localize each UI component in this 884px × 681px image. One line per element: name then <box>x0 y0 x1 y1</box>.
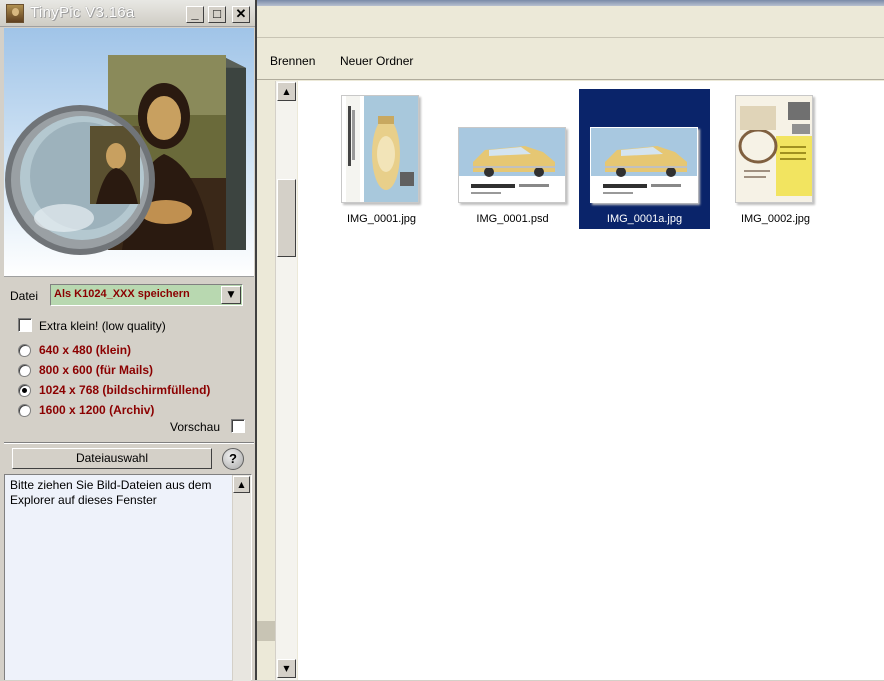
radio-button[interactable] <box>18 404 31 417</box>
scroll-up-button[interactable]: ▲ <box>233 476 250 493</box>
radio-button[interactable] <box>18 344 31 357</box>
chevron-down-icon[interactable]: ▼ <box>221 286 241 304</box>
thumbnail-image <box>341 95 419 203</box>
mona-lisa-app-icon[interactable] <box>6 4 24 23</box>
dateiauswahl-button[interactable]: Dateiauswahl <box>12 448 212 469</box>
file-item-img-0001-jpg[interactable]: IMG_0001.jpg <box>316 89 447 229</box>
file-name: IMG_0001a.jpg <box>606 213 683 225</box>
explorer-window: Brennen Neuer Ordner ▲ ▼ IMG_0001.jpg IM… <box>257 0 884 680</box>
thumbnail-image <box>590 127 698 203</box>
size-option-label: 1024 x 768 (bildschirmfüllend) <box>39 383 211 397</box>
scroll-thumb[interactable] <box>277 179 296 257</box>
splitter-handle[interactable] <box>257 621 275 641</box>
size-option-label: 1600 x 1200 (Archiv) <box>39 403 155 417</box>
dropdown-value: Als K1024_XXX speichern <box>54 288 190 300</box>
message-textarea[interactable]: Bitte ziehen Sie Bild-Dateien aus dem Ex… <box>4 474 252 681</box>
title-bar[interactable]: TinyPic V3.16a _ □ ✕ <box>0 0 255 27</box>
scroll-down-button[interactable]: ▼ <box>277 659 296 678</box>
mona-lisa-banner-image <box>4 28 254 277</box>
file-name: IMG_0001.psd <box>476 213 549 225</box>
extra-klein-checkbox[interactable] <box>18 318 32 332</box>
explorer-toolbar: Brennen Neuer Ordner <box>257 40 884 80</box>
help-icon[interactable]: ? <box>222 448 244 470</box>
radio-button[interactable] <box>18 384 31 397</box>
new-folder-button[interactable]: Neuer Ordner <box>340 54 413 68</box>
explorer-menu-bar <box>257 8 884 38</box>
burn-button[interactable]: Brennen <box>270 54 315 68</box>
explorer-title-edge <box>257 0 884 6</box>
window-title: TinyPic V3.16a <box>30 4 135 21</box>
vertical-scrollbar[interactable]: ▲ ▼ <box>275 81 297 680</box>
size-option-640[interactable]: 640 x 480 (klein) <box>18 343 250 359</box>
message-scrollbar[interactable]: ▲ <box>232 475 251 681</box>
file-item-img-0001-psd[interactable]: IMG_0001.psd <box>447 89 578 229</box>
tinypic-window: TinyPic V3.16a _ □ ✕ Datei Als K1024_XXX… <box>0 0 257 681</box>
vorschau-label: Vorschau <box>170 420 221 434</box>
maximize-button[interactable]: □ <box>208 6 226 23</box>
size-option-label: 800 x 600 (für Mails) <box>39 363 154 377</box>
file-list-pane: IMG_0001.jpg IMG_0001.psd IMG_0001a.jpg … <box>298 81 884 680</box>
size-option-1600[interactable]: 1600 x 1200 (Archiv) <box>18 403 250 419</box>
close-button[interactable]: ✕ <box>232 6 250 23</box>
file-name: IMG_0002.jpg <box>740 213 811 225</box>
divider <box>4 442 254 444</box>
minimize-button[interactable]: _ <box>186 6 204 23</box>
size-option-label: 640 x 480 (klein) <box>39 343 132 357</box>
file-item-img-0001a-jpg[interactable]: IMG_0001a.jpg <box>579 89 710 229</box>
explorer-side-strip <box>257 81 275 680</box>
file-item-img-0002-jpg[interactable]: IMG_0002.jpg <box>710 89 841 229</box>
datei-label: Datei <box>10 289 39 303</box>
extra-klein-label: Extra klein! (low quality) <box>39 319 166 333</box>
file-name: IMG_0001.jpg <box>346 213 417 225</box>
size-option-800[interactable]: 800 x 600 (für Mails) <box>18 363 250 379</box>
size-option-1024[interactable]: 1024 x 768 (bildschirmfüllend) <box>18 383 250 399</box>
vorschau-checkbox[interactable] <box>231 419 245 433</box>
instruction-text: Bitte ziehen Sie Bild-Dateien aus dem Ex… <box>10 478 212 507</box>
save-mode-dropdown[interactable]: Als K1024_XXX speichern ▼ <box>50 284 243 306</box>
thumbnail-image <box>458 127 566 203</box>
thumbnail-image <box>735 95 813 203</box>
scroll-up-button[interactable]: ▲ <box>277 82 296 101</box>
radio-button[interactable] <box>18 364 31 377</box>
